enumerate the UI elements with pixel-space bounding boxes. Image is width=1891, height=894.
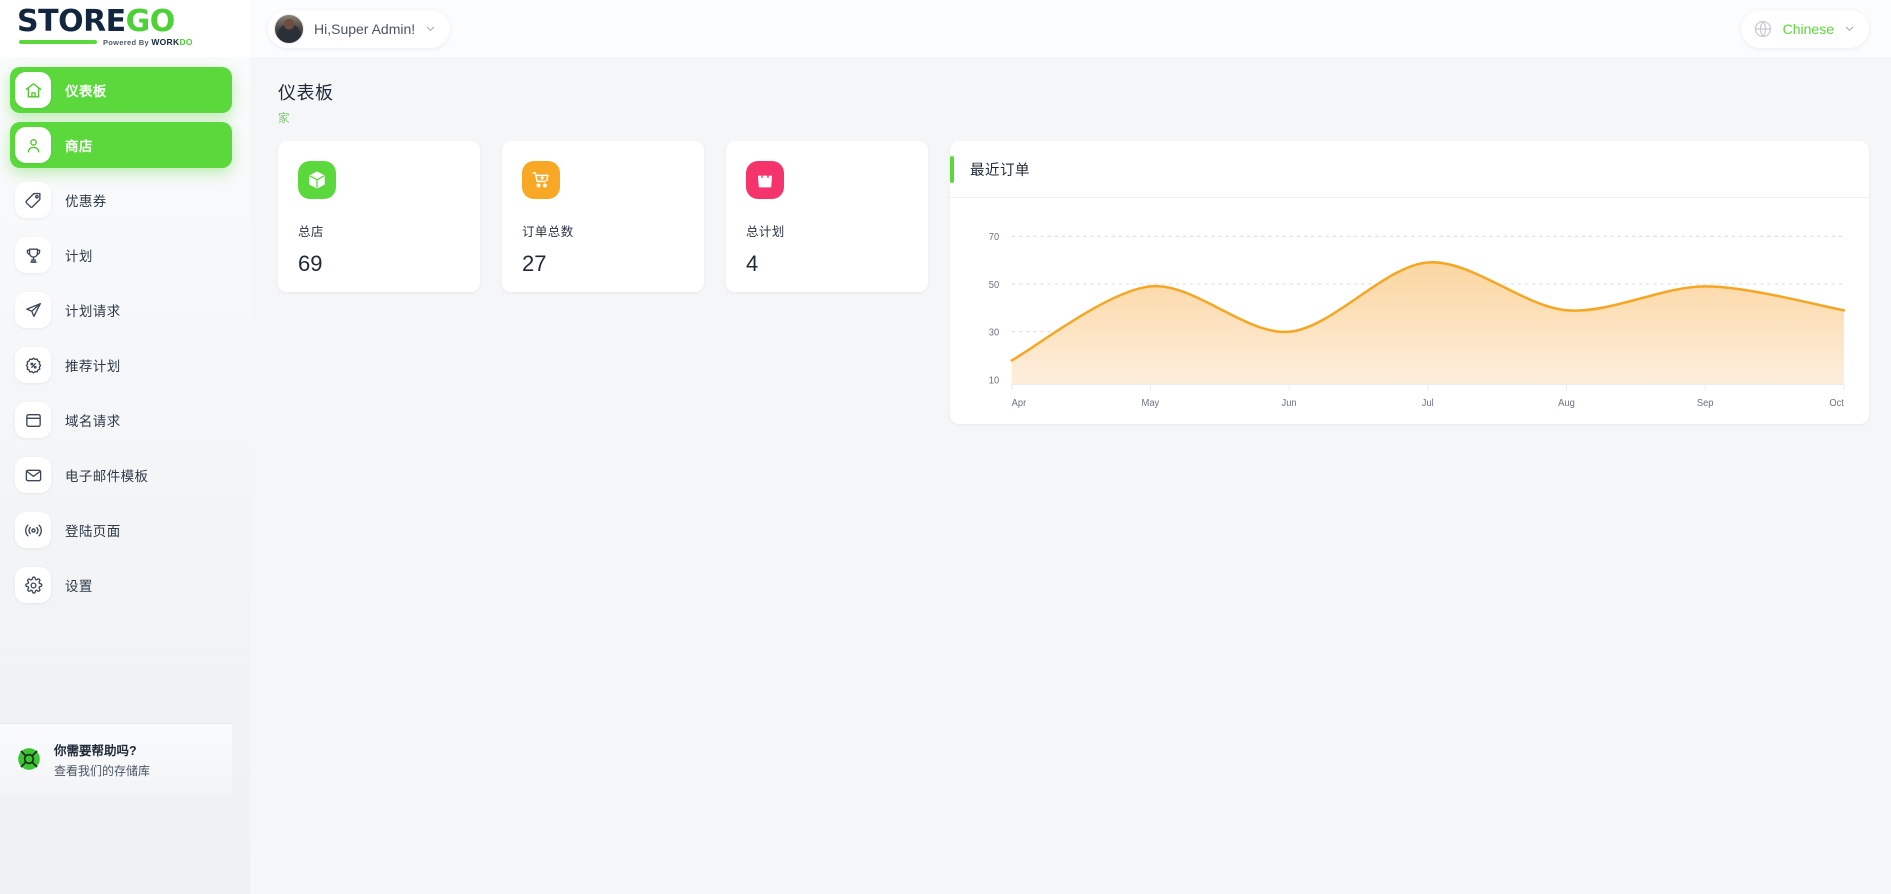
sidebar-item-label: 计划: [65, 249, 93, 264]
send-icon: [15, 292, 51, 328]
sidebar-item-referral-program[interactable]: 推荐计划: [10, 342, 232, 388]
x-axis-tick-label: Oct: [1829, 398, 1844, 410]
sidebar-item-domain-requests[interactable]: 域名请求: [10, 397, 232, 443]
user-menu-button[interactable]: Hi,Super Admin!: [268, 9, 451, 48]
area-fill: [1011, 262, 1844, 385]
sidebar-item-email-template[interactable]: 电子邮件模板: [10, 452, 232, 498]
stat-value: 4: [746, 251, 759, 276]
stat-card-total-stores[interactable]: 总店 69: [278, 141, 480, 292]
chevron-down-icon: [1845, 26, 1854, 31]
stat-card-total-orders[interactable]: 订单总数 27: [502, 141, 704, 292]
chevron-down-icon: [427, 26, 435, 31]
sidebar-item-label: 推荐计划: [65, 359, 121, 374]
x-axis-tick-label: Aug: [1558, 398, 1575, 410]
window-icon: [15, 402, 51, 438]
sidebar-item-plans[interactable]: 计划: [10, 232, 232, 278]
gear-icon: [15, 567, 51, 603]
help-texts: 你需要帮助吗? 查看我们的存储库: [54, 740, 150, 779]
sidebar-item-label: 登陆页面: [65, 524, 121, 539]
greeting-text: Hi,Super Admin!: [314, 20, 416, 37]
discount-badge-icon: [15, 347, 51, 383]
help-card[interactable]: 你需要帮助吗? 查看我们的存储库: [0, 722, 232, 795]
topbar: Hi,Super Admin! Chinese: [250, 0, 1891, 57]
lifebuoy-icon: [16, 746, 42, 772]
sidebar-item-label: 计划请求: [65, 304, 121, 319]
logo[interactable]: STOREGO Powered By WORKDO: [0, 0, 250, 57]
y-axis-tick-label: 30: [989, 327, 1000, 339]
user-icon: [15, 127, 51, 163]
logo-go-text: GO: [125, 3, 176, 39]
y-axis-tick-label: 50: [989, 280, 1000, 292]
sidebar-item-stores[interactable]: 商店: [10, 122, 232, 168]
stat-value: 27: [522, 251, 547, 276]
shopping-bag-icon: [746, 161, 784, 199]
avatar: [274, 13, 304, 44]
recent-orders-card: 最近订单 10 30 50 70 Apr May Jun Jul Aug Sep Oct: [950, 141, 1869, 424]
sidebar-item-settings[interactable]: 设置: [10, 562, 232, 608]
page-title: 仪表板: [278, 83, 334, 103]
mail-icon: [15, 457, 51, 493]
language-label: Chinese: [1782, 20, 1834, 37]
logo-underline: [19, 39, 97, 44]
sidebar-item-label: 商店: [65, 139, 93, 154]
sidebar-item-label: 设置: [65, 579, 93, 594]
stat-label: 总计划: [746, 225, 785, 239]
content-row: 总店 69 订单总数 27 总计划 4 最近订单 10 30 50 70 Apr…: [278, 141, 1869, 424]
sidebar-nav: 仪表板 商店 优惠券 计划 计划请求 推荐计划 域名请求 电子邮件模板 登陆页面…: [0, 57, 250, 717]
globe-icon: [1754, 20, 1771, 37]
sidebar-item-landing-page[interactable]: 登陆页面: [10, 507, 232, 553]
powered-brand-accent-text: DO: [179, 36, 193, 47]
sidebar-item-dashboard[interactable]: 仪表板: [10, 67, 232, 113]
logo-text: STOREGO: [17, 3, 177, 39]
sidebar-item-label: 域名请求: [65, 414, 121, 429]
stat-label: 订单总数: [522, 225, 574, 239]
logo-store-text: STORE: [17, 3, 126, 39]
breadcrumb[interactable]: 家: [278, 110, 1869, 126]
language-selector[interactable]: Chinese: [1740, 9, 1869, 48]
cart-plus-icon: [522, 161, 560, 199]
sidebar-item-label: 仪表板: [65, 84, 107, 99]
sidebar-item-plan-requests[interactable]: 计划请求: [10, 287, 232, 333]
y-axis-tick-label: 70: [989, 232, 1000, 244]
chart-body: 10 30 50 70 Apr May Jun Jul Aug Sep Oct: [950, 198, 1869, 424]
trophy-icon: [15, 237, 51, 273]
sidebar-item-coupons[interactable]: 优惠券: [10, 177, 232, 223]
help-subtitle: 查看我们的存储库: [54, 763, 151, 778]
stat-label: 总店: [298, 225, 324, 239]
powered-brand-text: WORK: [151, 36, 180, 47]
x-axis-tick-label: Jul: [1422, 398, 1434, 410]
powered-by-text: Powered By: [103, 37, 149, 47]
page-header: 仪表板 家: [278, 79, 1869, 126]
tag-icon: [15, 182, 51, 218]
x-axis-tick-label: Sep: [1697, 398, 1714, 410]
broadcast-icon: [15, 512, 51, 548]
sidebar-item-label: 优惠券: [65, 194, 107, 209]
x-axis-tick-label: May: [1142, 398, 1160, 410]
home-icon: [15, 72, 51, 108]
y-axis-tick-label: 10: [989, 375, 1000, 387]
chart-accent-bar: [950, 155, 954, 183]
chart-title: 最近订单: [970, 162, 1030, 179]
main-content: 仪表板 家 总店 69 订单总数 27 总计划 4 最近订单 10 30 50 …: [250, 57, 1891, 894]
logo-wrap: STOREGO Powered By WORKDO: [17, 3, 193, 51]
x-axis-tick-label: Apr: [1012, 398, 1027, 410]
stat-card-total-plans[interactable]: 总计划 4: [726, 141, 928, 292]
stat-value: 69: [298, 251, 323, 276]
recent-orders-area-chart[interactable]: 10 30 50 70 Apr May Jun Jul Aug Sep Oct: [960, 210, 1851, 418]
sidebar: STOREGO Powered By WORKDO 仪表板 商店 优惠券 计划 …: [0, 0, 250, 894]
x-axis-tick-label: Jun: [1282, 398, 1297, 410]
stat-cards: 总店 69 订单总数 27 总计划 4: [278, 141, 928, 292]
logo-powered-by: Powered By WORKDO: [103, 37, 193, 47]
package-icon: [298, 161, 336, 199]
help-title: 你需要帮助吗?: [54, 743, 137, 758]
sidebar-item-label: 电子邮件模板: [65, 469, 149, 484]
chart-header: 最近订单: [950, 141, 1869, 198]
